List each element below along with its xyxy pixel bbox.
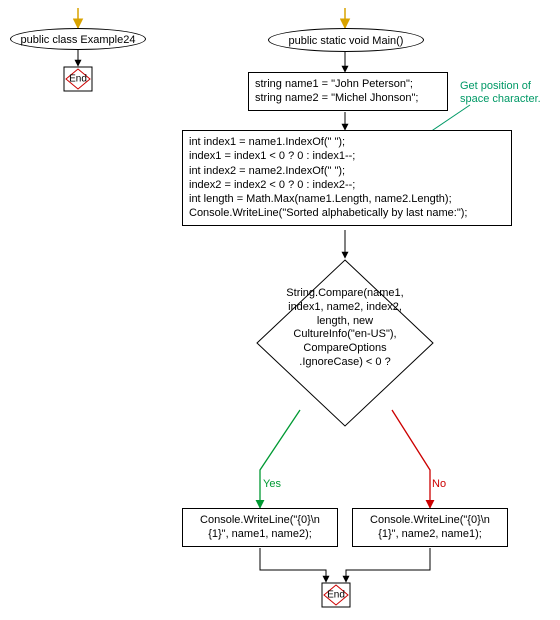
yes-output-node: Console.WriteLine("{0}\n {1}", name1, na… (182, 508, 338, 547)
cmp-l6: .IgnoreCase) < 0 ? (275, 356, 415, 370)
class-declaration-label: public class Example24 (21, 34, 136, 46)
main-declaration-node: public static void Main() (268, 28, 424, 52)
main-declaration-label: public static void Main() (289, 35, 404, 47)
cmp-l5: CompareOptions (275, 342, 415, 356)
no-line1: Console.WriteLine("{0}\n (359, 513, 501, 527)
end-label-left: End (69, 74, 87, 85)
idx-line2: index1 = index1 < 0 ? 0 : index1--; (189, 149, 505, 163)
end-node-right: End (321, 582, 351, 608)
annotation-line1: Get position of (460, 80, 541, 93)
index-block-node: int index1 = name1.IndexOf(" "); index1 … (182, 130, 512, 226)
assign-line2: string name2 = "Michel Jhonson"; (255, 91, 441, 105)
compare-decision-node: String.Compare(name1, index1, name2, ind… (255, 258, 435, 398)
yes-line1: Console.WriteLine("{0}\n (189, 513, 331, 527)
cmp-l1: String.Compare(name1, (275, 287, 415, 301)
idx-line1: int index1 = name1.IndexOf(" "); (189, 135, 505, 149)
assign-names-node: string name1 = "John Peterson"; string n… (248, 72, 448, 111)
no-line2: {1}", name2, name1); (359, 527, 501, 541)
annotation-space-char: Get position of space character. (460, 80, 541, 106)
cmp-l4: CultureInfo("en-US"), (275, 328, 415, 342)
idx-line5: int length = Math.Max(name1.Length, name… (189, 192, 505, 206)
annotation-line2: space character. (460, 93, 541, 106)
end-node-left: End (63, 66, 93, 92)
edge-label-no: No (432, 478, 446, 490)
yes-line2: {1}", name1, name2); (189, 527, 331, 541)
idx-line6: Console.WriteLine("Sorted alphabetically… (189, 206, 505, 220)
end-label-right: End (327, 590, 345, 601)
cmp-l3: length, new (275, 314, 415, 328)
cmp-l2: index1, name2, index2, (275, 301, 415, 315)
no-output-node: Console.WriteLine("{0}\n {1}", name2, na… (352, 508, 508, 547)
assign-line1: string name1 = "John Peterson"; (255, 77, 441, 91)
edge-label-yes: Yes (263, 478, 281, 490)
idx-line3: int index2 = name2.IndexOf(" "); (189, 164, 505, 178)
idx-line4: index2 = index2 < 0 ? 0 : index2--; (189, 178, 505, 192)
compare-text: String.Compare(name1, index1, name2, ind… (275, 287, 415, 370)
class-declaration-node: public class Example24 (10, 28, 146, 50)
